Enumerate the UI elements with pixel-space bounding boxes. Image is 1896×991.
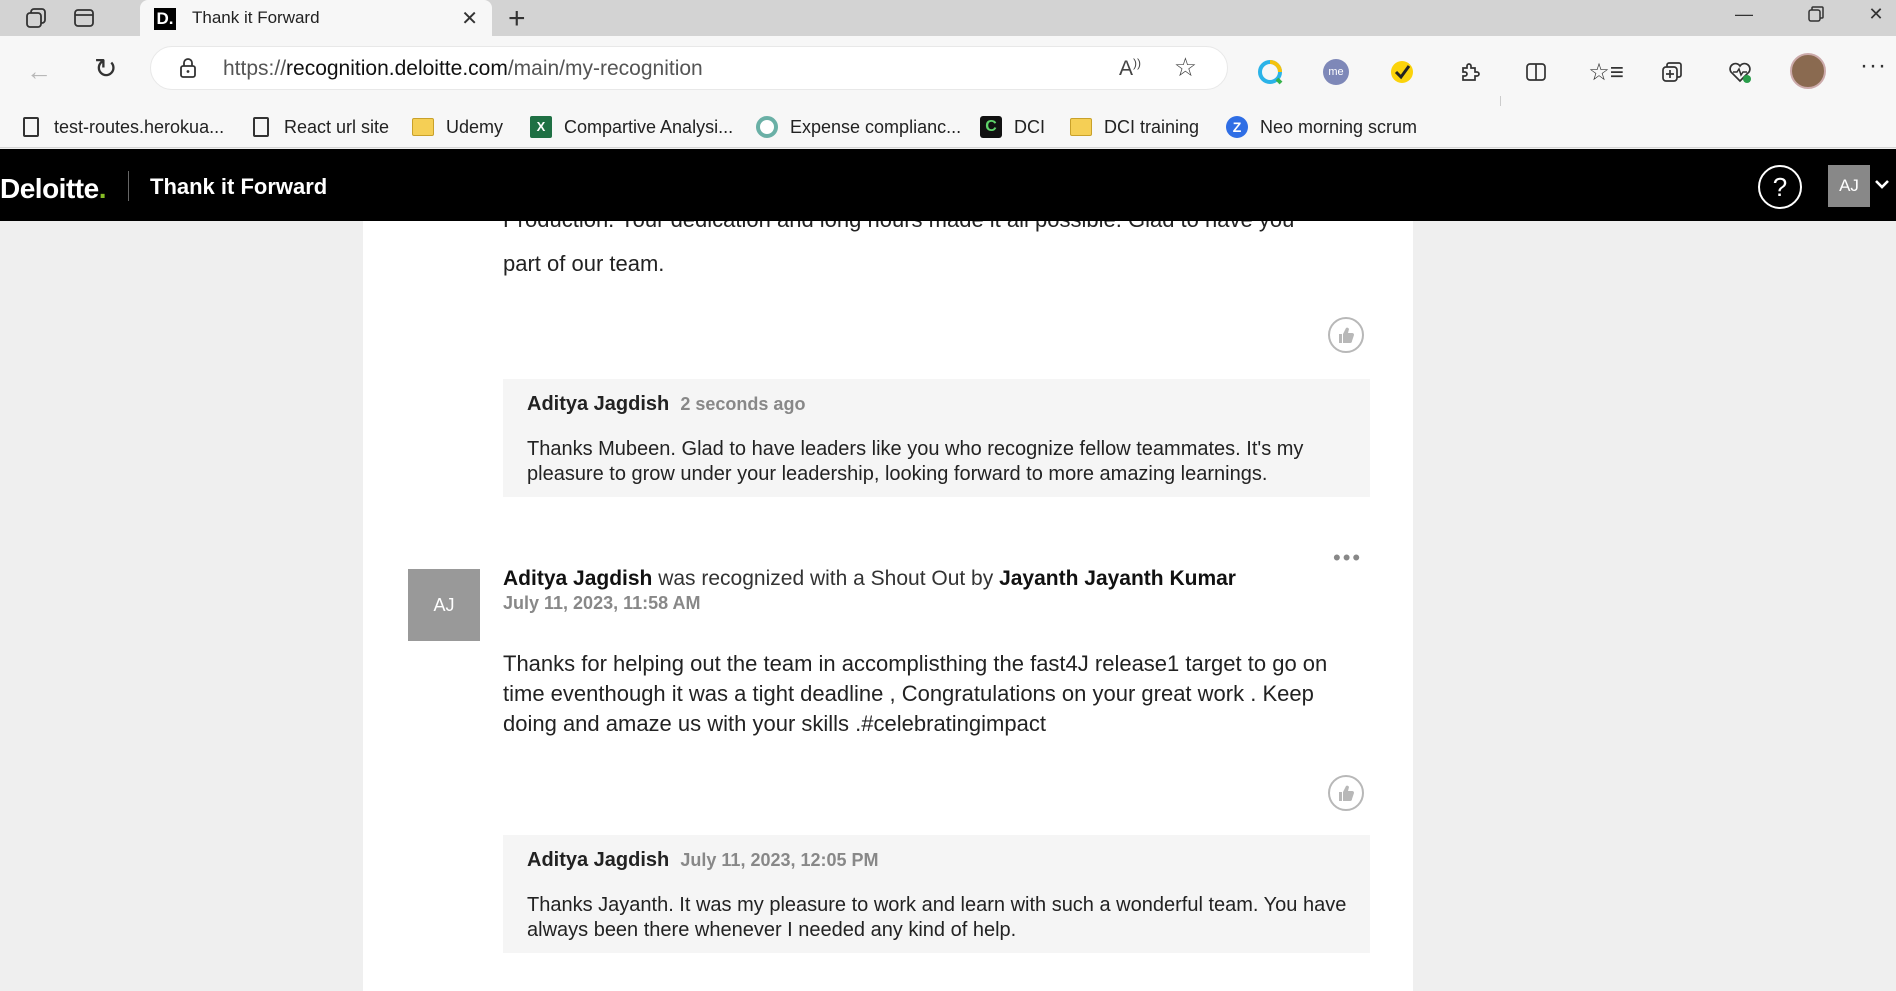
bookmark-label: Neo morning scrum bbox=[1260, 116, 1418, 137]
recognition-headline: Aditya Jagdish was recognized with a Sho… bbox=[503, 567, 1236, 591]
minimize-icon[interactable]: — bbox=[1724, 4, 1764, 25]
favorite-star-icon[interactable]: ☆ bbox=[1174, 52, 1197, 83]
deloitte-logo[interactable]: Deloitte. bbox=[0, 173, 106, 205]
url-path: /main/my-recognition bbox=[507, 57, 703, 80]
bookmark-dci-training[interactable]: DCI training bbox=[1070, 115, 1199, 139]
brand-dot: . bbox=[98, 173, 107, 204]
deloitte-favicon-icon: D. bbox=[154, 8, 176, 30]
bookmark-dci[interactable]: C DCI bbox=[980, 115, 1045, 139]
brand-text: Deloitte bbox=[0, 173, 99, 204]
extension-norton-icon[interactable] bbox=[1388, 58, 1416, 86]
page-icon bbox=[253, 117, 269, 137]
circle-icon bbox=[756, 116, 778, 138]
new-tab-icon[interactable]: + bbox=[508, 2, 526, 36]
recognition-feed: Production. Your dedication and long hou… bbox=[0, 221, 1896, 991]
recognized-text: was recognized with a Shout Out by bbox=[652, 567, 1000, 590]
address-bar[interactable]: https://recognition.deloitte.com/main/my… bbox=[150, 46, 1228, 90]
app-title[interactable]: Thank it Forward bbox=[150, 174, 327, 200]
favorites-list-icon[interactable]: ☆≡ bbox=[1588, 58, 1624, 86]
close-window-icon[interactable]: ✕ bbox=[1856, 4, 1896, 25]
url-host: recognition.deloitte.com bbox=[286, 57, 508, 80]
recipient-name[interactable]: Aditya Jagdish bbox=[503, 567, 652, 590]
reply-author[interactable]: Aditya Jagdish bbox=[527, 849, 669, 871]
page-icon bbox=[23, 117, 39, 137]
bookmark-label: Expense complianc... bbox=[790, 116, 962, 137]
card-menu-icon[interactable]: ••• bbox=[1333, 545, 1362, 571]
extensions-puzzle-icon[interactable] bbox=[1456, 58, 1484, 86]
help-button[interactable]: ? bbox=[1758, 165, 1802, 209]
bookmark-label: DCI training bbox=[1104, 116, 1200, 137]
bookmark-label: React url site bbox=[284, 116, 390, 137]
reply-text: Thanks Mubeen. Glad to have leaders like… bbox=[527, 438, 1304, 485]
like-button[interactable] bbox=[1328, 317, 1364, 353]
tab-close-icon[interactable]: ✕ bbox=[461, 6, 478, 31]
reply-comment: Aditya Jagdish July 11, 2023, 12:05 PM T… bbox=[503, 835, 1370, 953]
bookmark-test-routes[interactable]: test-routes.herokua... bbox=[20, 115, 224, 139]
avatar[interactable]: AJ bbox=[408, 569, 480, 641]
bookmark-compartive-analysis[interactable]: X Compartive Analysi... bbox=[530, 115, 733, 139]
bookmark-label: DCI bbox=[1014, 116, 1045, 137]
lock-icon[interactable] bbox=[177, 57, 199, 79]
giver-name[interactable]: Jayanth Jayanth Kumar bbox=[999, 567, 1236, 590]
folder-icon bbox=[412, 118, 434, 136]
split-screen-icon[interactable] bbox=[1522, 58, 1550, 86]
bookmark-label: Compartive Analysi... bbox=[564, 116, 734, 137]
back-arrow-icon[interactable]: ← bbox=[26, 56, 52, 87]
like-button[interactable] bbox=[1328, 775, 1364, 811]
bookmark-neo-morning-scrum[interactable]: Z Neo morning scrum bbox=[1226, 115, 1417, 139]
recognition-message-clipped: Production. Your dedication and long hou… bbox=[503, 221, 1323, 235]
bookmark-expense-compliance[interactable]: Expense complianc... bbox=[756, 115, 961, 139]
recognition-message: part of our team. bbox=[503, 251, 665, 276]
bookmark-label: test-routes.herokua... bbox=[54, 116, 225, 137]
extension-q-icon[interactable] bbox=[1256, 58, 1284, 86]
brand-divider bbox=[128, 171, 129, 201]
reply-time: 2 seconds ago bbox=[680, 394, 806, 414]
reload-icon[interactable]: ↻ bbox=[94, 52, 117, 85]
reply-text: Thanks Jayanth. It was my pleasure to wo… bbox=[527, 894, 1347, 941]
app-header: Deloitte. Thank it Forward ? AJ bbox=[0, 149, 1896, 221]
bookmark-label: Udemy bbox=[446, 116, 504, 137]
thumbs-up-icon bbox=[1339, 785, 1354, 801]
workspaces-icon[interactable] bbox=[24, 6, 48, 30]
collections-icon[interactable] bbox=[1658, 58, 1686, 86]
folder-icon bbox=[1070, 118, 1092, 136]
browser-essentials-icon[interactable] bbox=[1726, 58, 1754, 86]
recognition-message: Thanks for helping out the team in accom… bbox=[503, 651, 1328, 736]
tab-strip: D. Thank it Forward ✕ + — ✕ bbox=[0, 0, 1896, 37]
profile-avatar[interactable] bbox=[1790, 53, 1826, 89]
restore-icon[interactable] bbox=[1796, 6, 1836, 27]
chevron-down-icon[interactable] bbox=[1874, 173, 1890, 196]
extension-me-icon[interactable]: me bbox=[1322, 58, 1350, 86]
thumbs-up-icon bbox=[1339, 327, 1354, 343]
dci-icon: C bbox=[980, 116, 1002, 138]
recognition-date: July 11, 2023, 11:58 AM bbox=[503, 593, 701, 613]
bookmark-react-url-site[interactable]: React url site bbox=[250, 115, 389, 139]
reply-comment: Aditya Jagdish 2 seconds ago Thanks Mube… bbox=[503, 379, 1370, 497]
read-aloud-icon[interactable]: A)) bbox=[1119, 56, 1141, 81]
bookmarks-bar: test-routes.herokua... React url site Ud… bbox=[0, 106, 1896, 148]
tab-title: Thank it Forward bbox=[192, 8, 320, 27]
tab-actions-icon[interactable] bbox=[72, 6, 96, 30]
neo-icon: Z bbox=[1226, 116, 1248, 138]
user-avatar[interactable]: AJ bbox=[1828, 165, 1870, 207]
reply-author[interactable]: Aditya Jagdish bbox=[527, 393, 669, 415]
bookmark-udemy[interactable]: Udemy bbox=[412, 115, 503, 139]
more-options-icon[interactable]: ··· bbox=[1860, 52, 1887, 80]
recognition-card: ••• AJ Aditya Jagdish was recognized wit… bbox=[363, 531, 1413, 991]
url-prefix: https:// bbox=[223, 57, 287, 80]
tab-thank-it-forward[interactable]: D. Thank it Forward ✕ bbox=[140, 0, 492, 37]
address-bar-row: ← ↻ https://recognition.deloitte.com/mai… bbox=[0, 36, 1896, 124]
excel-icon: X bbox=[530, 116, 552, 138]
url-text[interactable]: https://recognition.deloitte.com/main/my… bbox=[223, 57, 703, 81]
reply-time: July 11, 2023, 12:05 PM bbox=[680, 850, 879, 870]
